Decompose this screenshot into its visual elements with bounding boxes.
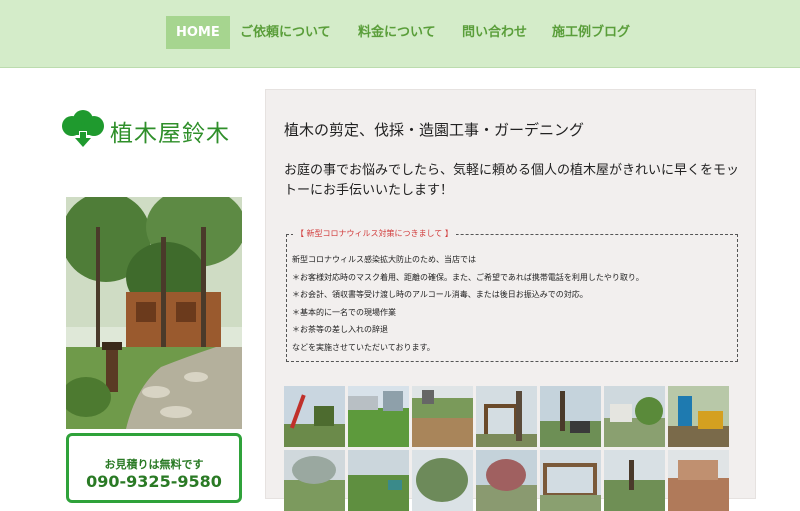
notice-line: ＊基本的に一名での現場作業 [292,307,396,317]
gallery-thumb[interactable] [476,386,537,447]
notice-line: ＊お会計、領収書等受け渡し時のアルコール消毒、または後日お振込みでの対応。 [292,290,588,299]
notice-line: ＊お客様対応時のマスク着用、距離の確保。また、ご希望であれば携帯電話を利用したや… [292,272,644,282]
gallery-thumb[interactable] [604,386,665,447]
gallery-thumb[interactable] [668,386,729,447]
nav-pricing[interactable]: 料金について [348,16,446,49]
gallery-thumb[interactable] [540,450,601,511]
estimate-box[interactable]: お見積りは無料です 090-9325-9580 [66,433,242,503]
page-title: 植木の剪定、伐採・造園工事・ガーデニング [284,121,585,139]
phone-number[interactable]: 090-9325-9580 [69,472,239,491]
main-content: 植木の剪定、伐採・造園工事・ガーデニング お庭の事でお悩みでしたら、気軽に頼める… [265,89,756,511]
nav-request[interactable]: ご依頼について [230,16,341,49]
garden-photo [66,197,242,429]
gallery-thumb[interactable] [412,450,473,511]
notice-heading: 【 新型コロナウィルス対策につきまして 】 [293,228,456,239]
nav-blog[interactable]: 施工例ブログ [542,16,640,49]
intro-text: お庭の事でお悩みでしたら、気軽に頼める個人の植木屋がきれいに早くをモットーにお手… [284,163,740,198]
gallery-thumb[interactable] [604,450,665,511]
logo-text: 植木屋鈴木 [110,121,230,147]
gallery-thumb[interactable] [284,450,345,511]
nav-home[interactable]: HOME [166,16,230,49]
estimate-note: お見積りは無料です [104,458,204,471]
gallery-thumb[interactable] [348,386,409,447]
gallery-thumb[interactable] [348,450,409,511]
gallery-thumb[interactable] [476,450,537,511]
gallery-thumb[interactable] [284,386,345,447]
notice-list: 新型コロナウィルス感染拡大防止のため、当店では ＊お客様対応時のマスク着用、距離… [292,251,644,356]
notice-line: 新型コロナウィルス感染拡大防止のため、当店では [292,255,476,264]
work-gallery [284,386,732,511]
gallery-thumb[interactable] [540,386,601,447]
site-logo[interactable]: 植木屋鈴木 [60,107,260,151]
notice-line: などを実施させていただいております。 [292,342,435,352]
notice-line: ＊お茶等の差し入れの辞退 [292,325,388,334]
gallery-thumb[interactable] [668,450,729,511]
gallery-thumb[interactable] [412,386,473,447]
top-navigation: HOME ご依頼について 料金について 問い合わせ 施工例ブログ [0,0,800,68]
tree-logo-icon [62,110,104,147]
nav-contact[interactable]: 問い合わせ [452,16,537,49]
covid-notice: 【 新型コロナウィルス対策につきまして 】 新型コロナウィルス感染拡大防止のため… [286,228,738,362]
